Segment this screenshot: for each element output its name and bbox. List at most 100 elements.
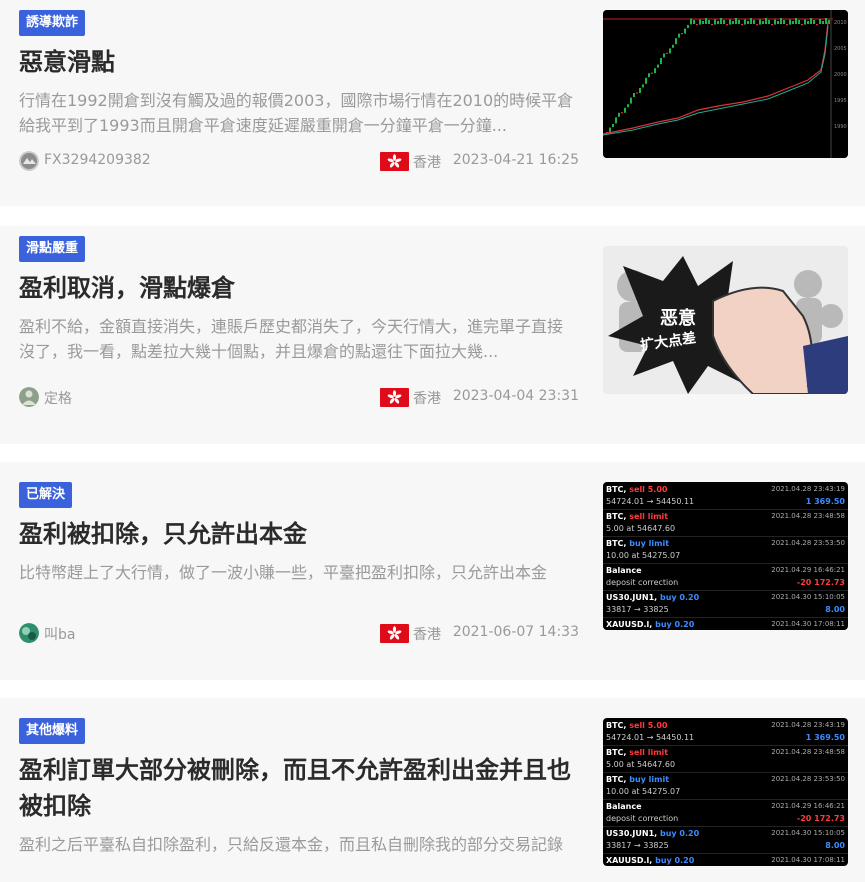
trade-symbol: US30.JUN1, buy 0.20 xyxy=(606,829,700,838)
trade-operation: sell 5.00 xyxy=(629,485,668,494)
post-thumbnail[interactable]: 2010 2005 2000 1995 1990 xyxy=(603,10,848,158)
trade-value: 1 369.50 xyxy=(805,497,845,506)
trade-time: 2021.04.28 23:43:19 xyxy=(771,721,845,729)
candle xyxy=(732,21,734,24)
candle xyxy=(669,48,671,54)
trade-time: 2021.04.30 17:08:11 xyxy=(771,856,845,864)
candlestick-chart-icon: 2010 2005 2000 1995 1990 xyxy=(603,10,848,158)
post-card[interactable]: 滑點嚴重 盈利取消，滑點爆倉 盈利不給，金額直接消失，連賬戶歷史都消失了，今天行… xyxy=(0,226,865,444)
post-title[interactable]: 盈利被扣除，只允許出本金 xyxy=(19,516,579,552)
trade-symbol: BTC, sell limit xyxy=(606,512,669,521)
trade-symbol: BTC, sell limit xyxy=(606,748,669,757)
trade-operation: sell 5.00 xyxy=(629,721,668,730)
post-excerpt: 盈利之后平臺私自扣除盈利，只給反還本金，而且私自刪除我的部分交易記錄 xyxy=(19,835,564,854)
candle xyxy=(612,124,614,127)
trade-row: BTC, sell 5.00 54724.01 → 54450.11 2021.04… xyxy=(603,482,848,510)
post-thumbnail[interactable]: 恶意 扩大点差 xyxy=(603,246,848,394)
post-excerpt: 行情在1992開倉到沒有觸及過的報價2003，國際市場行情在2010的時候平倉給… xyxy=(19,91,574,135)
candle xyxy=(753,20,755,24)
trade-symbol: BTC, buy limit xyxy=(606,775,670,784)
candle xyxy=(780,18,782,24)
post-meta: FX3294209382 香港 2023-04-21 16:25 xyxy=(19,151,579,173)
trade-operation: buy 0.20 xyxy=(655,856,695,865)
post-text: 其他爆料 盈利訂單大部分被刪除，而且不允許盈利出金并且也被扣除 盈利之后平臺私自… xyxy=(19,718,579,857)
category-badge: 其他爆料 xyxy=(19,718,86,744)
username[interactable]: FX3294209382 xyxy=(44,152,151,168)
post-title[interactable]: 盈利取消，滑點爆倉 xyxy=(19,270,579,306)
post-card[interactable]: 已解決 盈利被扣除，只允許出本金 比特幣趕上了大行情，做了一波小賺一些，平臺把盈… xyxy=(0,462,865,680)
post-card[interactable]: 誘導欺詐 惡意滑點 行情在1992開倉到沒有觸及過的報價2003，國際市場行情在… xyxy=(0,0,865,206)
svg-text:2000: 2000 xyxy=(834,72,847,78)
candle xyxy=(825,18,827,24)
candle xyxy=(735,18,737,24)
candle xyxy=(666,52,668,54)
trade-row: BTC, buy limit 10.00 at 54275.07 2021.04.2… xyxy=(603,772,848,800)
candle xyxy=(618,112,620,117)
post-excerpt: 盈利不給，金額直接消失，連賬戶歷史都消失了，今天行情大，進完單子直接沒了，我一看… xyxy=(19,317,564,361)
candle xyxy=(702,21,704,24)
post-excerpt: 比特幣趕上了大行情，做了一波小賺一些，平臺把盈利扣除，只允許出本金 xyxy=(19,563,548,582)
trade-row: XAUUSD.l, buy 0.20 2021.04.30 17:08:11 xyxy=(603,853,848,866)
candle xyxy=(771,24,773,26)
post-text: 誘導欺詐 惡意滑點 行情在1992開倉到沒有觸及過的報價2003，國際市場行情在… xyxy=(19,10,579,138)
candle xyxy=(621,112,623,114)
candle xyxy=(768,20,770,24)
trade-detail: 33817 → 33825 xyxy=(606,605,669,614)
region-label: 香港 xyxy=(413,627,441,643)
svg-text:2005: 2005 xyxy=(834,46,847,52)
trade-row: BTC, buy limit 10.00 at 54275.07 2021.04.2… xyxy=(603,536,848,564)
candle xyxy=(687,25,689,28)
candle xyxy=(810,18,812,24)
trade-time: 2021.04.28 23:48:58 xyxy=(771,512,845,520)
trade-row: BTC, sell limit 5.00 at 54647.60 2021.04.2… xyxy=(603,509,848,537)
candle xyxy=(756,24,758,26)
candle xyxy=(699,19,701,25)
candle xyxy=(741,24,743,26)
post-date: 2023-04-04 23:31 xyxy=(452,388,579,404)
candle xyxy=(789,19,791,25)
post-thumbnail[interactable]: BTC, sell 5.00 54724.01 → 54450.11 2021.04… xyxy=(603,718,848,866)
fist-illustration: 恶意 扩大点差 xyxy=(603,246,848,394)
trade-time: 2021.04.29 16:46:21 xyxy=(771,566,845,574)
candle xyxy=(720,18,722,24)
trade-row: US30.JUN1, buy 0.20 33817 → 33825 2021.04.… xyxy=(603,590,848,618)
candle xyxy=(777,21,779,24)
trade-operation: buy limit xyxy=(629,775,670,784)
svg-text:1990: 1990 xyxy=(834,124,847,130)
candle xyxy=(717,21,719,24)
candle xyxy=(723,20,725,24)
trade-symbol: Balance xyxy=(606,566,642,575)
candle xyxy=(726,24,728,26)
candle xyxy=(693,20,695,24)
candle xyxy=(774,19,776,25)
candle xyxy=(678,33,680,38)
candle xyxy=(648,73,650,78)
post-title[interactable]: 惡意滑點 xyxy=(19,44,579,80)
category-badge: 誘導欺詐 xyxy=(19,10,86,36)
username[interactable]: 叫ba xyxy=(44,624,75,644)
trade-detail: 10.00 at 54275.07 xyxy=(606,787,681,796)
category-badge: 滑點嚴重 xyxy=(19,236,86,262)
candle xyxy=(633,93,635,97)
post-title[interactable]: 盈利訂單大部分被刪除，而且不允許盈利出金并且也被扣除 xyxy=(19,752,579,824)
post-card[interactable]: 其他爆料 盈利訂單大部分被刪除，而且不允許盈利出金并且也被扣除 盈利之后平臺私自… xyxy=(0,698,865,882)
username[interactable]: 定格 xyxy=(44,388,72,408)
avatar[interactable] xyxy=(19,623,39,643)
candle xyxy=(759,19,761,25)
candle xyxy=(651,72,653,74)
trade-value: -20 172.73 xyxy=(796,814,845,823)
post-meta: 叫ba 香港 2021-06-07 14:33 xyxy=(19,623,579,645)
post-thumbnail[interactable]: BTC, sell 5.00 54724.01 → 54450.11 2021.04… xyxy=(603,482,848,630)
trade-operation: sell limit xyxy=(629,748,669,757)
candle xyxy=(690,18,692,25)
candle xyxy=(813,20,815,24)
trade-detail: 33817 → 33825 xyxy=(606,841,669,850)
candle xyxy=(630,97,632,104)
avatar[interactable] xyxy=(19,151,39,171)
trade-row: Balance deposit correction 2021.04.29 16:… xyxy=(603,563,848,591)
trade-value: 1 369.50 xyxy=(805,733,845,742)
avatar[interactable] xyxy=(19,387,39,407)
candle xyxy=(711,24,713,26)
trade-operation: buy limit xyxy=(629,539,670,548)
candle xyxy=(624,107,626,113)
